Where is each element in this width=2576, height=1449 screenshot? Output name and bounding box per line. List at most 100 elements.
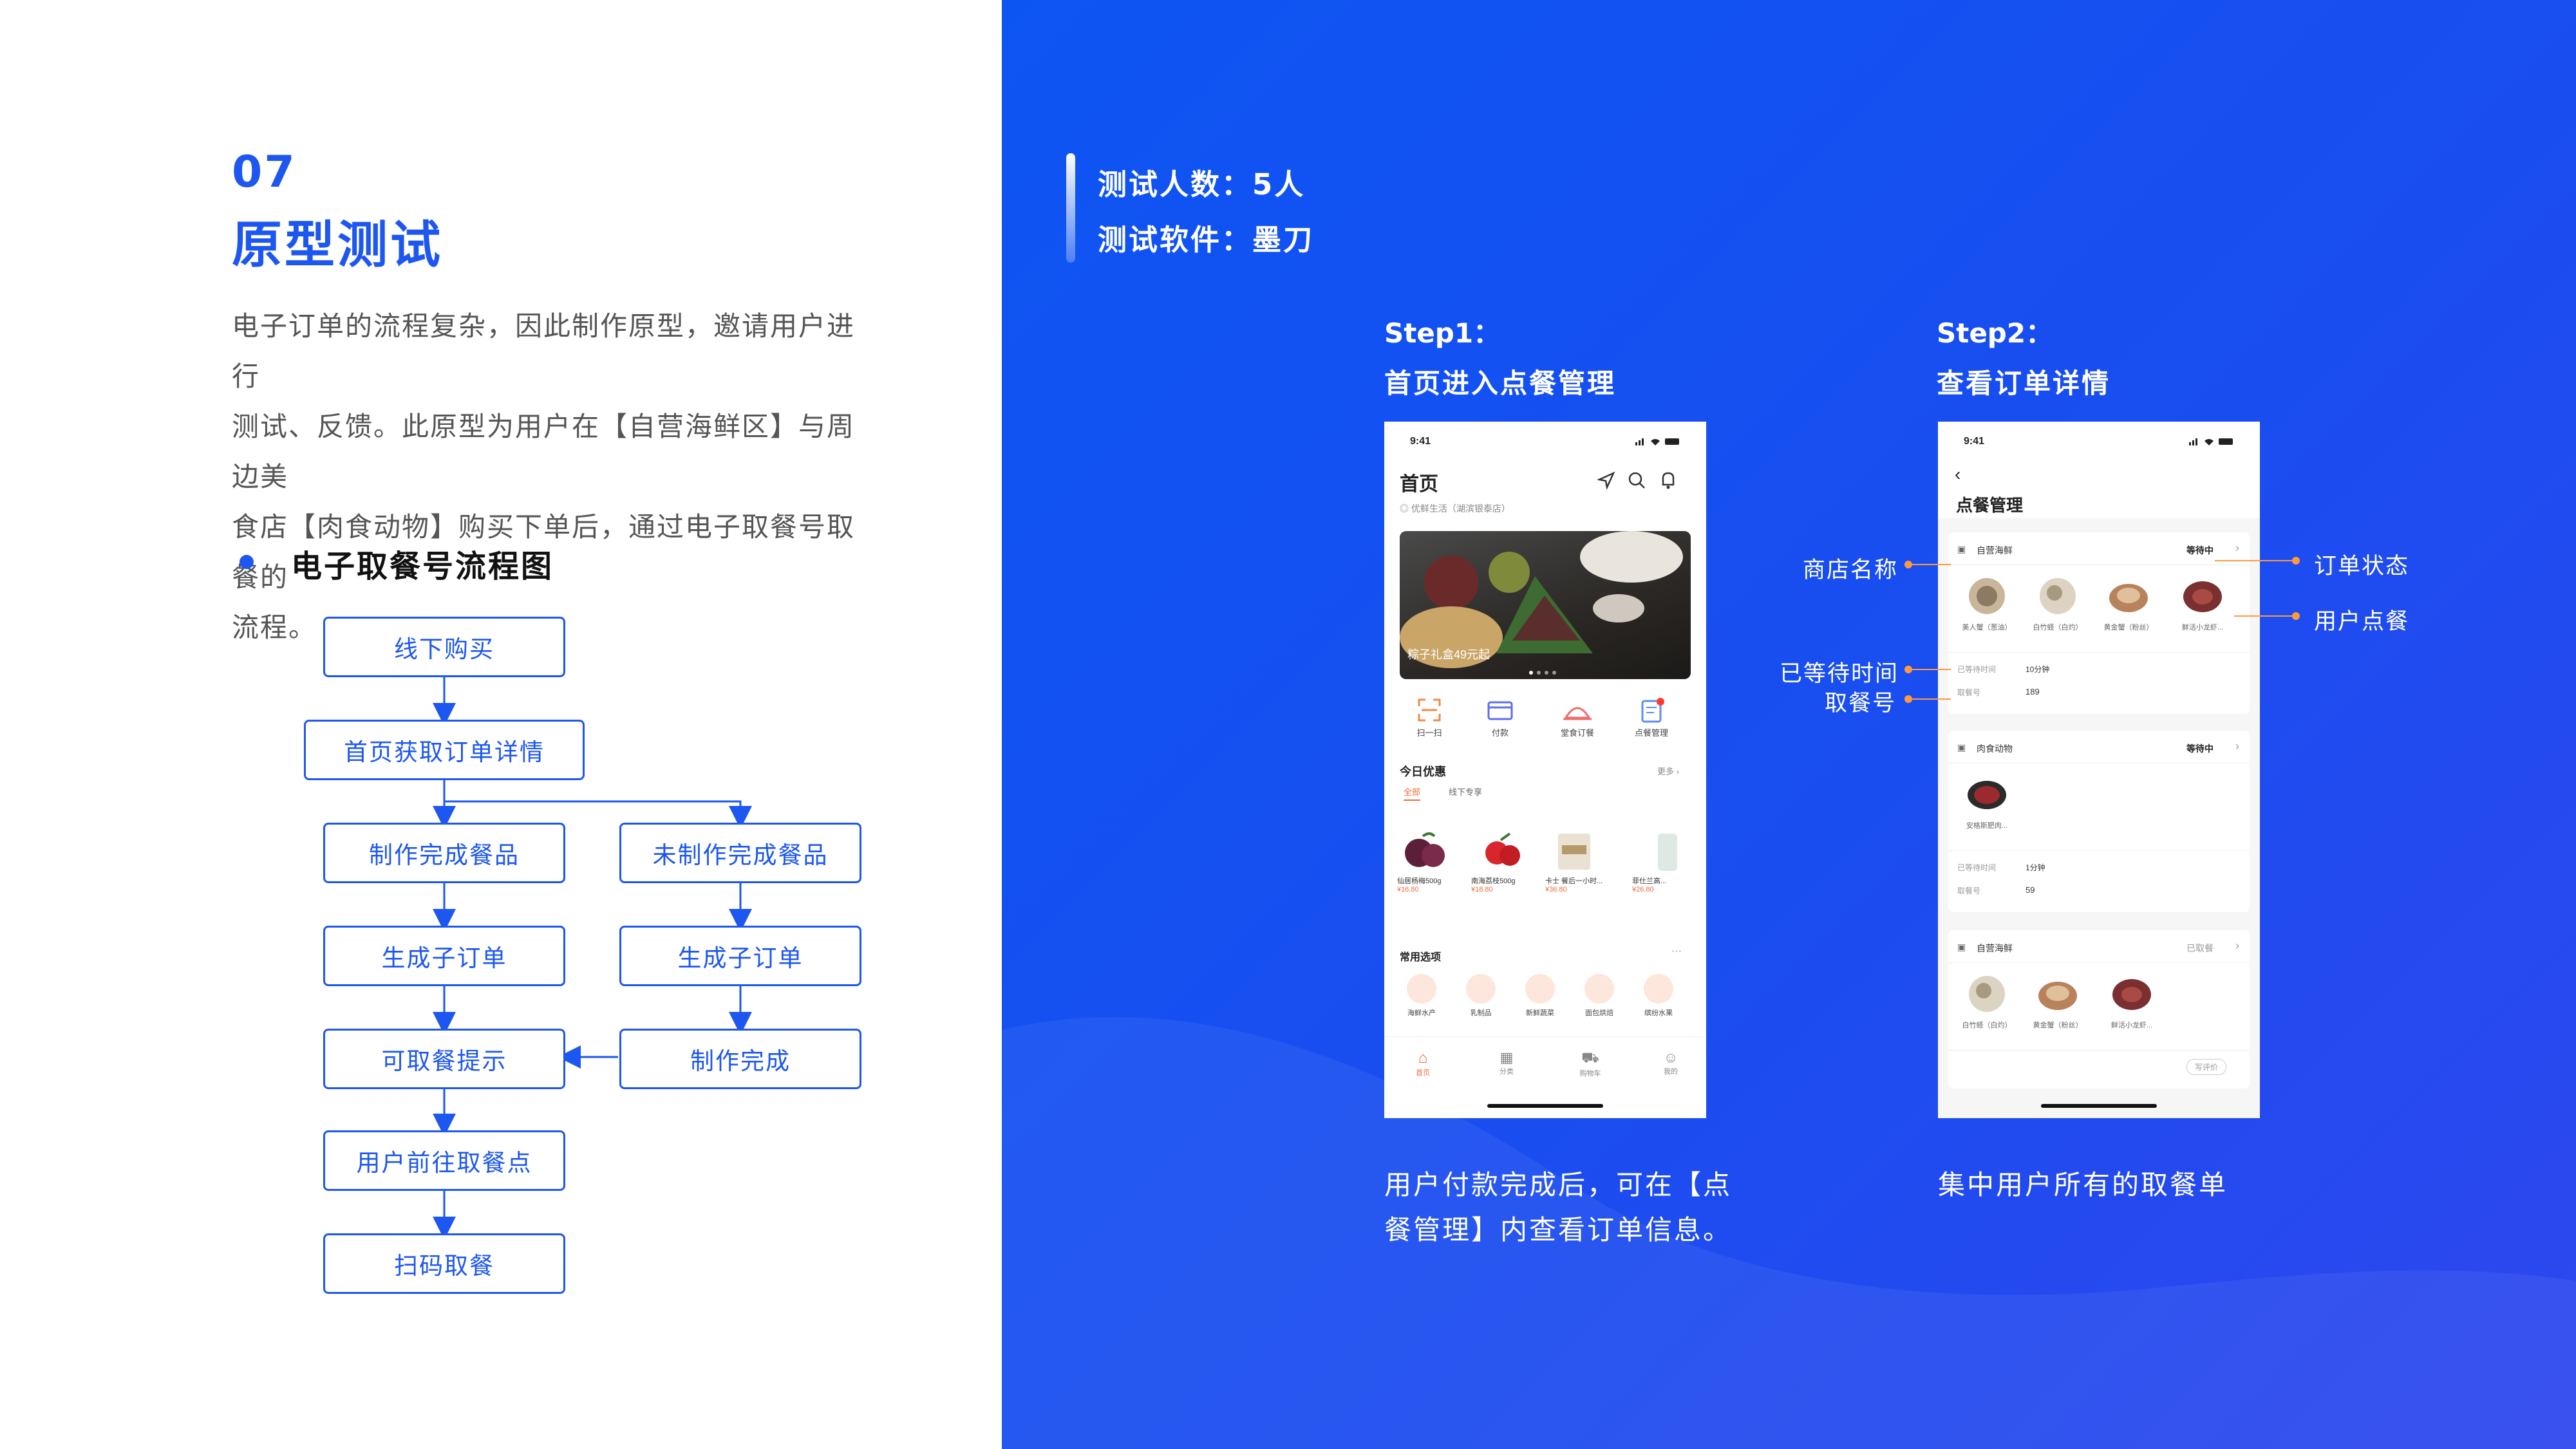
wait-time-label: 已等待时间: [1957, 863, 1997, 872]
annotation-dot: [1904, 695, 1912, 703]
quick-dine-in[interactable]: 堂食订餐: [1555, 697, 1600, 738]
step2-label: Step2：: [1937, 317, 2053, 349]
product-card[interactable]: 菲仕兰高... ¥26.80: [1632, 827, 1697, 893]
order-card[interactable]: ▣ 肉食动物 等待中 › 安格斯肥肉... 已等待时间 1分钟 取餐号 59: [1948, 731, 2250, 912]
food-item: 黄金蟹（粉丝）: [2096, 574, 2161, 632]
cherry-icon: [1644, 974, 1673, 1004]
food-item: 安格斯肥肉...: [1955, 772, 2019, 830]
phone-home-screen: 9:41 首页 ◎ 优鲜生活（湖滨银泰店） 粽子礼盒49元起 扫一扫 付款 堂食…: [1384, 422, 1706, 1118]
product-name: 南海荔枝500g: [1471, 877, 1516, 885]
product-image: [1558, 834, 1590, 870]
option-seafood[interactable]: 海鲜水产: [1396, 974, 1447, 1018]
food-image: [1969, 578, 2005, 614]
chevron-right-icon: ›: [2235, 740, 2239, 753]
nav-label: 我的: [1664, 1068, 1678, 1076]
food-item: 鲜活小龙虾...: [2167, 574, 2238, 632]
pickup-number-value: 59: [2026, 885, 2035, 895]
location-arrow-icon[interactable]: [1596, 471, 1615, 491]
cloche-icon: [1563, 707, 1592, 720]
divider: [1948, 962, 2250, 963]
store-location[interactable]: ◎ 优鲜生活（湖滨银泰店）: [1400, 502, 1510, 515]
bell-icon[interactable]: [1662, 472, 1675, 489]
option-vegetables[interactable]: 新鲜蔬菜: [1514, 974, 1566, 1018]
annotation-line: [2234, 615, 2292, 617]
food-item: 美人蟹（葱油）: [1955, 574, 2019, 632]
option-fruits[interactable]: 缤纷水果: [1633, 974, 1684, 1018]
annotation-user-order: 用户点餐: [2314, 609, 2410, 635]
pickup-number-value: 189: [2026, 687, 2040, 696]
store-name: 肉食动物: [1977, 743, 2013, 754]
promo-banner[interactable]: 粽子礼盒49元起: [1400, 531, 1691, 679]
order-status: 已取餐: [2186, 943, 2214, 953]
quick-scan[interactable]: 扫一扫: [1410, 697, 1449, 738]
product-card[interactable]: 卡士 餐后一小时... ¥36.80: [1545, 827, 1616, 893]
status-time: 9:41: [1410, 436, 1431, 447]
food-name: 安格斯肥肉...: [1966, 822, 2008, 830]
more-dots-icon[interactable]: ···: [1671, 946, 1682, 957]
divider: [1948, 850, 2250, 851]
food-name: 美人蟹（葱油）: [1962, 624, 2012, 631]
nav-home[interactable]: ⌂ 首页: [1404, 1049, 1442, 1078]
wait-time-label: 已等待时间: [1957, 665, 1997, 674]
store-icon: ▣: [1957, 544, 1966, 554]
grid-icon: ▦: [1500, 1049, 1514, 1065]
option-label: 面包烘焙: [1585, 1009, 1613, 1017]
food-item: 黄金蟹（粉丝）: [2026, 971, 2090, 1030]
product-card[interactable]: 南海荔枝500g ¥18.80: [1471, 827, 1536, 893]
home-indicator: [1487, 1104, 1603, 1108]
flow-node-preparation-done: 制作完成: [619, 1029, 861, 1089]
wait-time-value: 1分钟: [2026, 863, 2045, 872]
accent-bar: [1066, 153, 1075, 263]
home-icon: ⌂: [1418, 1049, 1428, 1067]
product-name: 卡士 餐后一小时...: [1545, 877, 1603, 885]
food-image: [2040, 578, 2076, 614]
quick-order-management[interactable]: 点餐管理: [1629, 697, 1674, 738]
annotation-line: [1912, 698, 1951, 700]
nav-profile[interactable]: ☺ 我的: [1651, 1049, 1690, 1076]
tab-all[interactable]: 全部: [1404, 785, 1421, 801]
product-card[interactable]: 仙居杨梅500g ¥16.80: [1397, 827, 1462, 893]
option-bakery[interactable]: 面包烘焙: [1574, 974, 1625, 1018]
quick-pay[interactable]: 付款: [1481, 697, 1519, 738]
quick-label: 扫一扫: [1416, 728, 1442, 738]
bread-icon: [1584, 974, 1614, 1004]
food-image: [1968, 781, 2006, 809]
home-indicator: [2041, 1104, 2157, 1108]
store-icon: ▣: [1957, 942, 1966, 952]
nav-category[interactable]: ▦ 分类: [1487, 1049, 1526, 1076]
annotation-pickup-number: 取餐号: [1825, 691, 1897, 716]
food-name: 黄金蟹（粉丝）: [2033, 1022, 2083, 1029]
product-name: 菲仕兰高...: [1632, 877, 1667, 885]
option-label: 乳制品: [1470, 1009, 1492, 1017]
order-card[interactable]: ▣ 自营海鲜 等待中 › 美人蟹（葱油） 白竹蛏（白灼） 黄金蟹（粉丝） 鲜活小…: [1948, 532, 2250, 714]
food-name: 鲜活小龙虾...: [2181, 624, 2224, 631]
nav-label: 首页: [1416, 1069, 1430, 1077]
step2-caption: 集中用户所有的取餐单: [1938, 1169, 2228, 1201]
flow-node-pickup-ready-alert: 可取餐提示: [323, 1029, 565, 1089]
more-link[interactable]: 更多 ›: [1657, 765, 1679, 777]
order-card[interactable]: ▣ 自营海鲜 已取餐 › 白竹蛏（白灼） 黄金蟹（粉丝） 鲜活小龙虾... 写评…: [1948, 930, 2250, 1089]
test-software: 测试软件：墨刀: [1098, 223, 1315, 257]
annotation-store-name: 商店名称: [1803, 557, 1899, 583]
search-icon[interactable]: [1628, 472, 1645, 489]
today-deals-title: 今日优惠: [1400, 765, 1446, 778]
option-dairy[interactable]: 乳制品: [1455, 974, 1507, 1018]
page-title: 首页: [1400, 474, 1438, 495]
tab-offline[interactable]: 线下专享: [1449, 785, 1482, 798]
pickup-number-label: 取餐号: [1957, 688, 1981, 697]
order-status: 等待中: [2186, 545, 2214, 556]
step1-title: 首页进入点餐管理: [1384, 368, 1617, 399]
annotation-dot: [2292, 557, 2300, 565]
food-name: 鲜活小龙虾...: [2111, 1022, 2153, 1029]
annotation-order-status: 订单状态: [2314, 554, 2410, 579]
status-icons: [1635, 437, 1680, 446]
banner-dots: [1528, 666, 1561, 675]
write-review-button[interactable]: 写评价: [2186, 1059, 2227, 1075]
food-image: [2038, 982, 2077, 1010]
back-chevron-icon[interactable]: ‹: [1955, 464, 1960, 485]
annotation-dot: [2292, 612, 2300, 620]
product-price: ¥36.80: [1545, 886, 1567, 893]
nav-cart[interactable]: ⛟ 购物车: [1571, 1049, 1610, 1078]
nav-label: 分类: [1500, 1068, 1514, 1076]
food-image: [2112, 979, 2151, 1010]
